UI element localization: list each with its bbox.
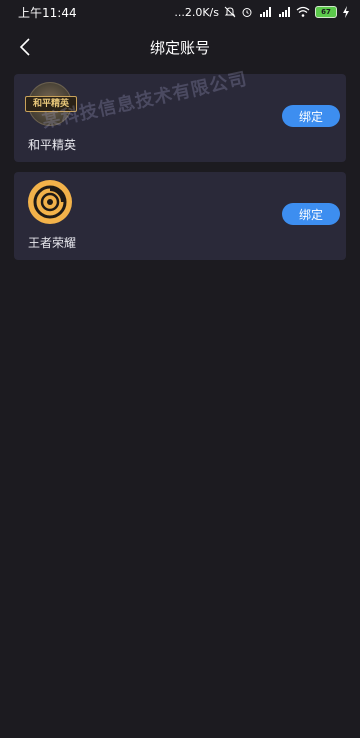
signal-hd-icon — [279, 7, 290, 17]
game-name: 和平精英 — [28, 138, 77, 152]
status-icons: ...2.0K/s 67 — [174, 6, 350, 19]
game-logo-text: 和平精英 — [25, 96, 77, 112]
nav-bar: 绑定账号 — [0, 28, 360, 66]
bind-button[interactable]: 绑定 — [282, 105, 340, 127]
wifi-icon — [296, 6, 310, 17]
bind-button[interactable]: 绑定 — [282, 203, 340, 225]
charging-icon — [343, 6, 349, 18]
king-of-glory-logo-icon — [33, 185, 67, 219]
back-chevron-icon — [19, 38, 30, 56]
game-logo-icon — [28, 180, 72, 224]
network-speed: ...2.0K/s — [174, 5, 219, 19]
signal-hd-icon — [260, 7, 271, 17]
status-bar: 上午11:44 ...2.0K/s 67 — [0, 0, 360, 24]
alarm-icon — [242, 8, 252, 17]
mute-icon — [224, 6, 236, 18]
page-title: 绑定账号 — [149, 38, 210, 57]
battery-icon: 67 — [315, 6, 337, 18]
account-card: 和平精英 和平精英 绑定 — [14, 74, 346, 162]
game-name: 王者荣耀 — [28, 236, 77, 250]
account-card: 王者荣耀 绑定 — [14, 172, 346, 260]
back-button[interactable] — [12, 34, 38, 60]
status-time: 上午11:44 — [18, 5, 77, 20]
game-logo-icon: 和平精英 — [25, 82, 77, 126]
